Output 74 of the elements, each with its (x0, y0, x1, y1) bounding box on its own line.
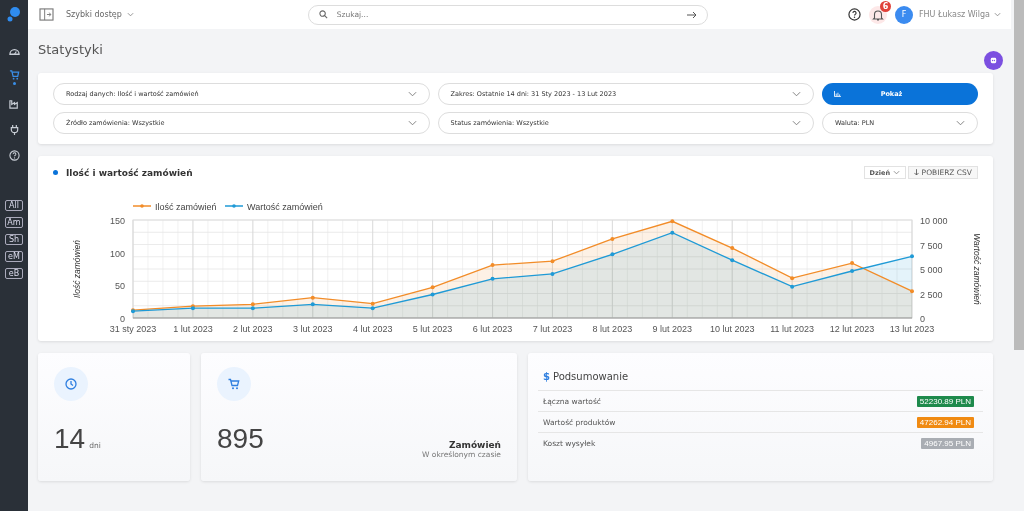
active-dot (12, 82, 16, 85)
shortcut-button[interactable]: eB (5, 268, 23, 279)
axis-tick-label: 9 lut 2023 (652, 324, 693, 334)
shortcut-button[interactable]: Sh (5, 234, 23, 245)
axis-tick-label: 10 lut 2023 (709, 324, 755, 334)
amount-tag: 4967.95 PLN (921, 437, 974, 449)
chevron-icon (126, 12, 134, 17)
shortcut-button[interactable]: All (5, 200, 23, 211)
axis-tick-label: 10 000 (920, 216, 948, 226)
factory-icon (8, 97, 20, 109)
axis-tick-label: 8 lut 2023 (592, 324, 633, 334)
layout-icon[interactable] (39, 8, 54, 21)
arrow-right-icon (686, 10, 697, 19)
chevron-icon (994, 12, 1001, 17)
stat-value: 14 (54, 423, 86, 455)
download-icon (913, 169, 919, 176)
chevron-icon (792, 120, 801, 126)
summary-title: Podsumowanie (552, 371, 629, 382)
chart-title: Ilość i wartość zamówień (66, 167, 194, 178)
axis-tick-label: 12 lut 2023 (829, 324, 875, 334)
axis-title: Wartość zamówień (972, 233, 982, 305)
chevron-icon (407, 120, 417, 126)
legend-label: Wartość zamówień (247, 201, 323, 212)
axis-tick-label: 0 (120, 314, 125, 324)
legend-item[interactable]: Wartość zamówień (224, 201, 323, 212)
axis-tick-label: 2 500 (920, 289, 943, 300)
axis-tick-label: 5 lut 2023 (412, 324, 453, 334)
bell-icon (871, 8, 884, 21)
axis-tick-label: 2 lut 2023 (233, 324, 273, 334)
axis-tick-label: 0 (920, 314, 925, 324)
cart-icon (8, 69, 20, 80)
notification-count: 6 (879, 0, 891, 12)
axis-tick-label: 13 lut 2023 (889, 324, 935, 334)
title-dot (53, 170, 58, 175)
legend-item[interactable]: Ilość zamówień (132, 201, 217, 212)
axis-tick-label: 100 (109, 248, 125, 259)
stat-value: 895 (217, 423, 264, 455)
robot-icon (989, 56, 998, 65)
user-menu[interactable]: FHU Łukasz Wilga (918, 10, 1001, 19)
amount-tag: 52230.89 PLN (916, 395, 974, 407)
axis-tick-label: 4 lut 2023 (352, 324, 393, 334)
chevron-icon (956, 120, 965, 126)
cart-icon (228, 378, 240, 390)
clock-icon (65, 378, 77, 390)
plug-icon (8, 123, 20, 135)
scrollbar[interactable] (1011, 0, 1024, 350)
dollar-icon: $ (543, 371, 550, 382)
page-title: Statystyki (38, 41, 103, 57)
axis-tick-label: 6 lut 2023 (472, 324, 513, 334)
search-icon (318, 10, 328, 19)
amount-tag: 47262.94 PLN (916, 416, 974, 428)
chevron-icon (407, 91, 417, 97)
axis-tick-label: 11 lut 2023 (770, 324, 815, 334)
assistant-button[interactable] (984, 51, 1003, 70)
shortcut-button[interactable]: eM (5, 251, 23, 262)
axis-tick-label: 5 000 (920, 265, 943, 275)
axis-tick-label: 150 (109, 216, 125, 226)
axis-tick-label: 1 lut 2023 (173, 324, 213, 334)
axis-tick-label: 7 500 (920, 240, 943, 251)
help-icon (8, 149, 20, 161)
axis-title: Ilość zamówień (72, 239, 82, 299)
chevron-icon (892, 170, 900, 175)
quick-access-menu[interactable]: Szybki dostęp (66, 10, 134, 19)
chevron-icon (792, 91, 801, 97)
axis-tick-label: 7 lut 2023 (532, 324, 573, 334)
logo-icon[interactable] (6, 6, 22, 22)
axis-tick-label: 50 (115, 281, 125, 292)
legend-label: Ilość zamówień (155, 201, 217, 212)
shortcut-button[interactable]: Am (5, 217, 23, 228)
help-icon[interactable] (847, 8, 861, 21)
stat-label: Zamówień (448, 440, 501, 450)
axis-tick-label: 31 sty 2023 (109, 324, 157, 334)
axis-tick-label: 3 lut 2023 (293, 324, 333, 334)
bar-chart-icon (834, 91, 841, 97)
